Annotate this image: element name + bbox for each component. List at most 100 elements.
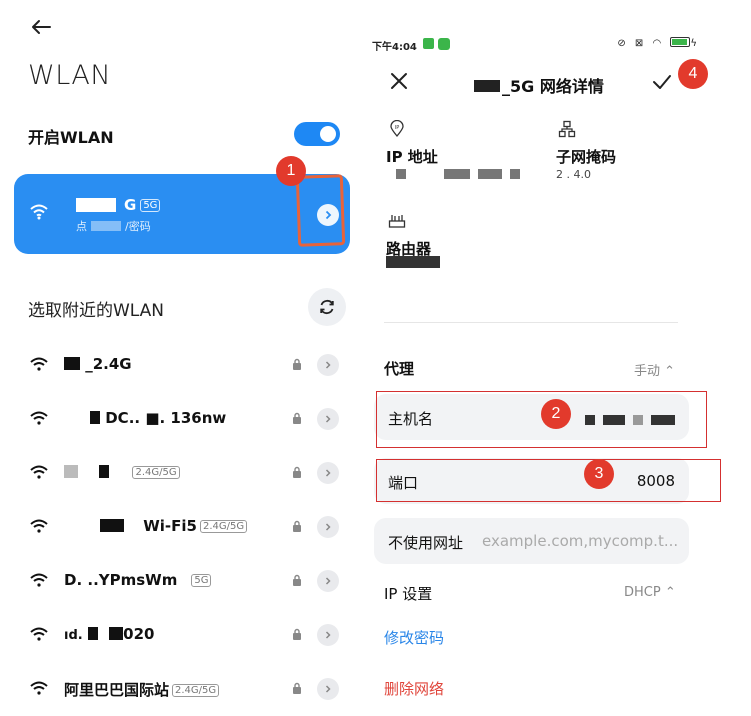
confirm-check-icon[interactable] xyxy=(651,71,673,93)
router-icon xyxy=(388,215,406,228)
proxy-mode-select[interactable]: 手动 ⌃ xyxy=(634,360,675,379)
chevron-right-icon xyxy=(325,577,331,585)
nearby-networks-title: 选取附近的WLAN xyxy=(28,301,165,321)
network-detail-button[interactable] xyxy=(317,678,339,700)
router-value xyxy=(386,256,448,270)
page-title: _5G 网络详情 xyxy=(474,73,604,97)
ip-settings-select[interactable]: DHCP ⌃ xyxy=(624,585,676,600)
annotation-badge-2: 2 xyxy=(541,399,571,429)
annotation-badge-1: 1 xyxy=(276,156,306,186)
redaction-mask xyxy=(87,627,98,640)
wifi-icon xyxy=(30,357,48,371)
redaction-mask xyxy=(76,198,116,212)
network-detail-button[interactable] xyxy=(317,408,339,430)
band-badge: 5G xyxy=(191,574,212,587)
network-detail-button[interactable] xyxy=(317,516,339,538)
wlan-list-screen: WLAN 开启WLAN G 5G 点/密码 1 选取附近的WLAN _2.4G … xyxy=(0,0,362,716)
chevron-right-icon xyxy=(325,685,331,693)
network-name: D. ..YPmsWm 5G xyxy=(64,571,212,589)
redaction-mask xyxy=(99,465,110,478)
annotation-highlight-box xyxy=(295,174,346,247)
band-badge: 2.4G/5G xyxy=(132,466,180,479)
status-time: 下午4:04 xyxy=(372,42,417,53)
status-icons: ⊘ ⊠ ◠ ϟ xyxy=(617,37,700,49)
band-badge: 5G xyxy=(140,199,161,212)
wifi-icon xyxy=(30,519,48,533)
app-notification-icon xyxy=(423,38,434,49)
refresh-icon xyxy=(320,299,334,315)
bypass-input[interactable]: example.com,mycomp.t... xyxy=(482,532,680,550)
lock-icon xyxy=(293,574,301,586)
list-item[interactable]: 阿里巴巴国际站 2.4G/5G xyxy=(0,662,362,716)
chevron-right-icon xyxy=(325,469,331,477)
wifi-icon xyxy=(30,627,48,641)
network-detail-button[interactable] xyxy=(317,624,339,646)
bypass-label: 不使用网址 xyxy=(388,534,464,552)
wifi-icon xyxy=(30,465,48,479)
list-item[interactable]: D. ..YPmsWm 5G xyxy=(0,554,362,608)
redaction-mask xyxy=(64,465,78,478)
network-name: 2.4G/5G xyxy=(64,463,180,481)
lock-icon xyxy=(293,682,301,694)
divider xyxy=(384,322,678,323)
network-detail-button[interactable] xyxy=(317,570,339,592)
close-icon[interactable] xyxy=(388,70,410,92)
redaction-mask xyxy=(109,627,124,640)
chevron-right-icon xyxy=(325,523,331,531)
lock-icon xyxy=(293,466,301,478)
page-title: WLAN xyxy=(28,60,112,91)
network-name: ıd. 020 xyxy=(64,625,155,643)
list-item[interactable]: _2.4G xyxy=(0,338,362,392)
network-details-screen: 下午4:04 ⊘ ⊠ ◠ ϟ _5G 网络详情 4 IP IP 地址 子网掩码 … xyxy=(362,0,751,716)
ip-address-label: IP 地址 xyxy=(386,148,438,166)
toggle-knob xyxy=(320,126,336,142)
connected-ssid: G 5G xyxy=(76,196,161,214)
network-name: Wi-Fi5 2.4G/5G xyxy=(64,517,248,535)
network-name: _2.4G xyxy=(64,355,132,373)
proxy-label: 代理 xyxy=(384,360,415,378)
wlan-toggle[interactable] xyxy=(294,122,340,146)
wifi-status-icon: ◠ xyxy=(652,38,665,49)
wechat-notification-icon xyxy=(438,38,450,50)
wifi-icon xyxy=(30,204,48,220)
annotation-badge-4: 4 xyxy=(678,59,708,89)
chevron-right-icon xyxy=(325,361,331,369)
redaction-mask xyxy=(64,357,80,370)
ip-pin-icon: IP xyxy=(390,120,404,138)
ip-address-value xyxy=(396,168,528,181)
delete-network-link[interactable]: 删除网络 xyxy=(384,678,444,699)
battery-icon xyxy=(670,37,691,47)
band-badge: 2.4G/5G xyxy=(172,684,220,697)
lock-icon xyxy=(293,412,301,424)
status-bar: 下午4:04 ⊘ ⊠ ◠ ϟ xyxy=(372,37,702,54)
lock-icon xyxy=(293,628,301,640)
redaction-mask xyxy=(474,80,500,92)
change-password-link[interactable]: 修改密码 xyxy=(384,627,444,648)
list-item[interactable]: DC.. ■. 136nw xyxy=(0,392,362,446)
back-arrow-icon[interactable] xyxy=(28,14,54,40)
annotation-box-port xyxy=(376,459,721,502)
list-item[interactable]: 2.4G/5G xyxy=(0,446,362,500)
subnet-mask-label: 子网掩码 xyxy=(556,148,617,166)
network-detail-button[interactable] xyxy=(317,462,339,484)
svg-text:IP: IP xyxy=(395,125,400,131)
lock-icon xyxy=(293,358,301,370)
redaction-mask xyxy=(100,519,124,532)
list-item[interactable]: Wi-Fi5 2.4G/5G xyxy=(0,500,362,554)
annotation-badge-3: 3 xyxy=(584,459,614,489)
subnet-mask-value: 2 . 4.0 xyxy=(556,168,591,181)
refresh-button[interactable] xyxy=(308,288,346,326)
wifi-icon xyxy=(30,681,48,695)
connected-subtitle: 点/密码 xyxy=(76,220,151,233)
wlan-toggle-label: 开启WLAN xyxy=(28,128,114,147)
network-name: DC.. ■. 136nw xyxy=(64,409,226,427)
subnet-icon xyxy=(558,120,576,138)
network-name: 阿里巴巴国际站 2.4G/5G xyxy=(64,679,220,700)
list-item[interactable]: ıd. 020 xyxy=(0,608,362,662)
chevron-right-icon xyxy=(325,631,331,639)
bypass-field[interactable]: 不使用网址 example.com,mycomp.t... xyxy=(374,518,689,564)
network-detail-button[interactable] xyxy=(317,354,339,376)
chevron-right-icon xyxy=(325,415,331,423)
lock-icon xyxy=(293,520,301,532)
wifi-icon xyxy=(30,411,48,425)
